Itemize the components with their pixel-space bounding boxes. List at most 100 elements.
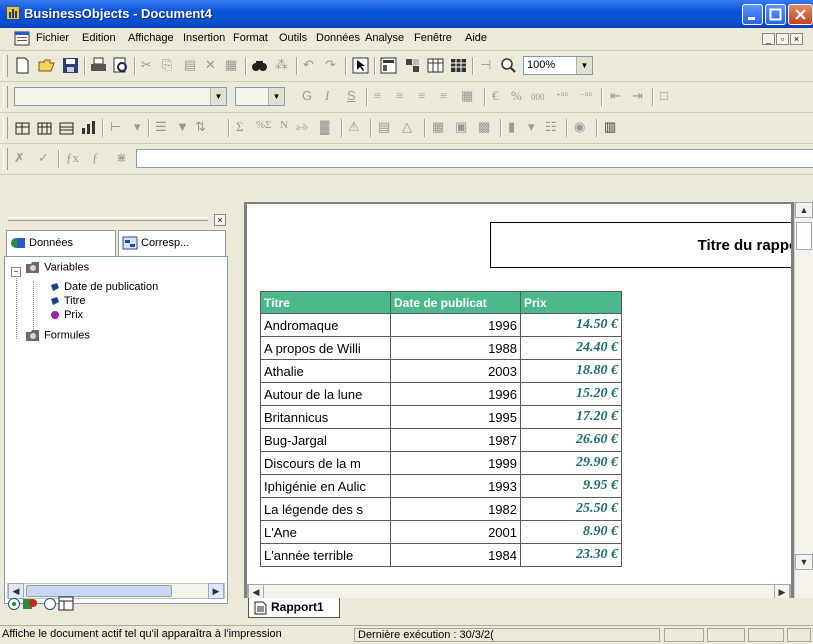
close-panel-button[interactable]: × [214, 214, 226, 226]
formula-editor-icon[interactable]: ƒx [66, 150, 79, 166]
scroll-up-icon[interactable]: ▲ [795, 202, 813, 218]
variable-editor-icon[interactable]: ⋇ [116, 150, 127, 166]
menu-affichage[interactable]: Affichage [128, 32, 174, 44]
table-row[interactable]: Athalie 2003 18.80 € [260, 359, 622, 383]
cell-prix[interactable]: 17.20 € [520, 405, 622, 429]
cell-titre[interactable]: L'année terrible [260, 543, 391, 567]
cell-prix[interactable]: 29.90 € [520, 451, 622, 475]
column-header-titre[interactable]: Titre [260, 291, 391, 314]
new-document-icon[interactable] [14, 57, 31, 74]
align-left-icon[interactable]: ≡ [374, 88, 381, 104]
scroll-thumb[interactable] [796, 222, 812, 250]
table-row[interactable]: Andromaque 1996 14.50 € [260, 313, 622, 337]
table-row[interactable]: La légende des s 1982 25.50 € [260, 497, 622, 521]
table-format-icon[interactable]: ☷ [545, 119, 557, 135]
cell-date[interactable]: 1993 [390, 474, 521, 498]
increase-indent-icon[interactable]: ⇥ [632, 88, 643, 104]
cell-prix[interactable]: 25.50 € [520, 497, 622, 521]
currency-button[interactable]: € [492, 88, 499, 104]
open-folder-icon[interactable] [38, 57, 55, 74]
resize-grip[interactable] [787, 628, 811, 642]
view-data-icon[interactable]: ▣ [455, 119, 467, 135]
toolbar-grip[interactable] [3, 55, 8, 77]
tab-correspondance[interactable]: Corresp... [118, 230, 226, 256]
percent-button[interactable]: % [511, 88, 522, 104]
redo-icon[interactable]: ↷ [325, 57, 336, 73]
toolbar-grip[interactable] [3, 148, 8, 170]
tab-rapport1[interactable]: Rapport1 [248, 598, 340, 618]
decrease-indent-icon[interactable]: ⇤ [610, 88, 621, 104]
cell-titre[interactable]: L'Ane [260, 520, 391, 544]
increase-decimal-icon[interactable]: ⁺⁰⁰ [556, 91, 568, 102]
report-vertical-scrollbar[interactable]: ▲ ▼ [794, 202, 813, 600]
cell-prix[interactable]: 9.95 € [520, 474, 622, 498]
cell-titre[interactable]: Bug-Jargal [260, 428, 391, 452]
dropdown-arrow-icon[interactable]: ▼ [210, 88, 226, 105]
break-icon[interactable]: ⊢ [110, 119, 121, 135]
borders-icon[interactable]: □ [660, 88, 668, 104]
toolbar-grip[interactable] [3, 117, 8, 139]
cell-titre[interactable]: Athalie [260, 359, 391, 383]
sort-icon[interactable]: ⇅ [195, 119, 206, 135]
minimize-button[interactable] [742, 4, 763, 25]
zoom-icon[interactable] [500, 57, 517, 74]
table-row[interactable]: L'Ane 2001 8.90 € [260, 520, 622, 544]
cell-date[interactable]: 1988 [390, 336, 521, 360]
column-header-date[interactable]: Date de publicat [390, 291, 521, 314]
italic-button[interactable]: I [325, 88, 329, 104]
align-right-icon[interactable]: ≡ [418, 88, 425, 104]
cell-prix[interactable]: 14.50 € [520, 313, 622, 337]
merge-cells-icon[interactable]: ▦ [461, 88, 473, 104]
menu-insertion[interactable]: Insertion [183, 32, 225, 44]
tree-node-formules[interactable]: Formules [25, 329, 90, 342]
cell-prix[interactable]: 24.40 € [520, 336, 622, 360]
query-panel-icon[interactable]: ▤ [378, 119, 390, 135]
edit-data-icon[interactable]: ▩ [478, 119, 490, 135]
cut-icon[interactable]: ✂ [141, 57, 152, 73]
formula-validate-icon[interactable]: ✓ [38, 150, 49, 166]
align-center-icon[interactable]: ≡ [396, 88, 403, 104]
cell-titre[interactable]: Britannicus [260, 405, 391, 429]
mdi-minimize-button[interactable]: _ [762, 33, 775, 45]
dropdown-arrow-icon[interactable]: ▼ [576, 57, 592, 74]
refresh-data-icon[interactable]: △ [402, 119, 412, 135]
tree-expander[interactable]: − [11, 265, 21, 277]
view-mode-radio-1[interactable] [8, 598, 20, 610]
crosstab-icon[interactable] [450, 57, 467, 74]
template-icon[interactable]: ◉ [574, 119, 585, 135]
cell-date[interactable]: 1995 [390, 405, 521, 429]
paste-icon[interactable]: ▤ [184, 57, 196, 73]
bold-button[interactable]: G [302, 88, 312, 103]
report-manager-icon[interactable]: ▥ [604, 119, 616, 135]
maximize-button[interactable] [765, 4, 786, 25]
table-row[interactable]: L'année terrible 1984 23.30 € [260, 543, 622, 567]
scroll-down-icon[interactable]: ▼ [795, 554, 813, 570]
tree-node-variables[interactable]: Variables [25, 261, 89, 274]
data-manager-icon[interactable]: ▦ [432, 119, 444, 135]
cell-prix[interactable]: 15.20 € [520, 382, 622, 406]
menu-edition[interactable]: Edition [82, 32, 116, 44]
table-row[interactable]: Autour de la lune 1996 15.20 € [260, 382, 622, 406]
insert-row-icon[interactable]: ⊣ [480, 57, 491, 73]
cell-date[interactable]: 2001 [390, 520, 521, 544]
menu-aide[interactable]: Aide [465, 32, 487, 44]
menu-analyse[interactable]: Analyse [365, 32, 404, 44]
cell-titre[interactable]: Andromaque [260, 313, 391, 337]
print-preview-icon[interactable] [112, 57, 129, 74]
function-icon[interactable]: ƒ [92, 150, 99, 166]
document-icon[interactable] [14, 31, 30, 46]
formula-cancel-icon[interactable]: ✗ [14, 150, 25, 166]
decrease-decimal-icon[interactable]: ⁻⁰⁰ [580, 91, 592, 102]
report-table[interactable]: Titre Date de publicat Prix Andromaque 19… [260, 291, 622, 567]
mdi-restore-button[interactable]: ▫ [776, 33, 789, 45]
view-mode-radio-2[interactable] [44, 598, 56, 610]
menu-outils[interactable]: Outils [279, 32, 307, 44]
table-icon[interactable] [427, 57, 444, 74]
save-icon[interactable] [62, 57, 79, 74]
menu-donnees[interactable]: Données [316, 32, 360, 44]
find-icon[interactable] [251, 57, 268, 74]
tree-node-prix[interactable]: Prix [49, 309, 83, 321]
group-icon[interactable]: ☰ [155, 119, 167, 135]
sum-icon[interactable]: Σ [236, 119, 244, 135]
cell-prix[interactable]: 26.60 € [520, 428, 622, 452]
